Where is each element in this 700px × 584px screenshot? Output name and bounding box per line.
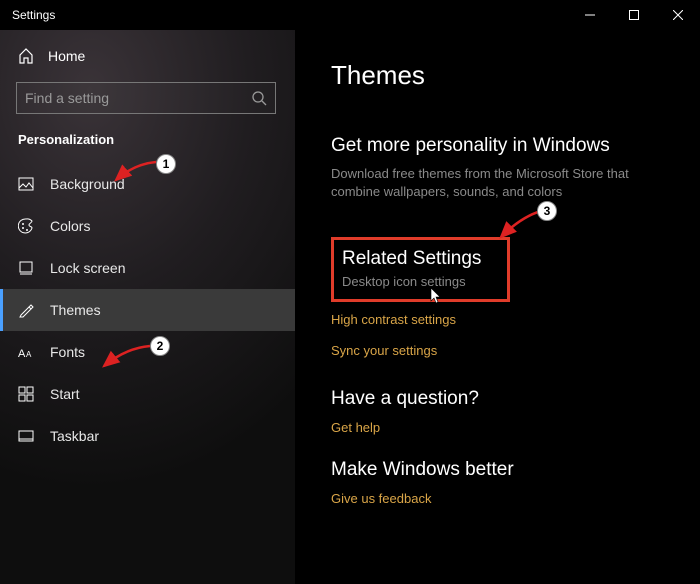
minimize-button[interactable]	[568, 0, 612, 30]
annotation-badge-3: 3	[537, 201, 557, 221]
picture-icon	[18, 176, 34, 192]
search-icon	[251, 90, 267, 106]
titlebar: Settings	[0, 0, 700, 30]
taskbar-icon	[18, 428, 34, 444]
link-desktop-icon-settings[interactable]: Desktop icon settings	[342, 274, 481, 289]
palette-icon	[18, 218, 34, 234]
section-heading-question: Have a question?	[331, 388, 700, 410]
annotation-badge-2: 2	[150, 336, 170, 356]
sidebar-item-taskbar[interactable]: Taskbar	[0, 415, 295, 457]
lockscreen-icon	[18, 260, 34, 276]
home-button[interactable]: Home	[0, 36, 295, 76]
svg-text:A: A	[18, 348, 26, 360]
svg-text:A: A	[26, 350, 32, 359]
window-title: Settings	[0, 8, 55, 22]
sidebar-item-label: Lock screen	[50, 260, 125, 276]
page-title: Themes	[331, 60, 700, 91]
link-high-contrast-settings[interactable]: High contrast settings	[331, 312, 700, 327]
home-icon	[18, 48, 34, 64]
annotation-arrow-3	[497, 209, 543, 241]
themes-icon	[18, 302, 34, 318]
annotation-arrow-1	[112, 158, 158, 184]
annotation-badge-1: 1	[156, 154, 176, 174]
link-sync-your-settings[interactable]: Sync your settings	[331, 343, 700, 358]
sidebar-item-start[interactable]: Start	[0, 373, 295, 415]
sidebar-item-themes[interactable]: Themes	[0, 289, 295, 331]
sidebar-item-lockscreen[interactable]: Lock screen	[0, 247, 295, 289]
sidebar-item-colors[interactable]: Colors	[0, 205, 295, 247]
sidebar-item-label: Start	[50, 386, 80, 402]
main-content: Themes Get more personality in Windows D…	[295, 30, 700, 584]
highlight-related-settings: Related Settings Desktop icon settings	[331, 237, 510, 302]
start-icon	[18, 386, 34, 402]
home-label: Home	[48, 48, 85, 64]
sidebar: Home Find a setting Personalization Back…	[0, 30, 295, 584]
sidebar-item-label: Fonts	[50, 344, 85, 360]
annotation-arrow-2	[100, 342, 152, 370]
section-heading-more: Get more personality in Windows	[331, 135, 700, 157]
section-heading-related: Related Settings	[342, 248, 481, 270]
category-heading: Personalization	[0, 122, 295, 157]
cursor-icon	[428, 287, 444, 305]
sidebar-item-label: Taskbar	[50, 428, 99, 444]
search-input[interactable]: Find a setting	[16, 82, 276, 114]
link-get-help[interactable]: Get help	[331, 420, 700, 435]
link-give-feedback[interactable]: Give us feedback	[331, 491, 700, 506]
maximize-button[interactable]	[612, 0, 656, 30]
fonts-icon: AA	[18, 344, 34, 360]
sidebar-item-label: Themes	[50, 302, 101, 318]
section-subtext-more: Download free themes from the Microsoft …	[331, 165, 661, 201]
section-heading-better: Make Windows better	[331, 459, 700, 481]
sidebar-item-label: Colors	[50, 218, 90, 234]
close-button[interactable]	[656, 0, 700, 30]
search-placeholder: Find a setting	[25, 90, 251, 106]
